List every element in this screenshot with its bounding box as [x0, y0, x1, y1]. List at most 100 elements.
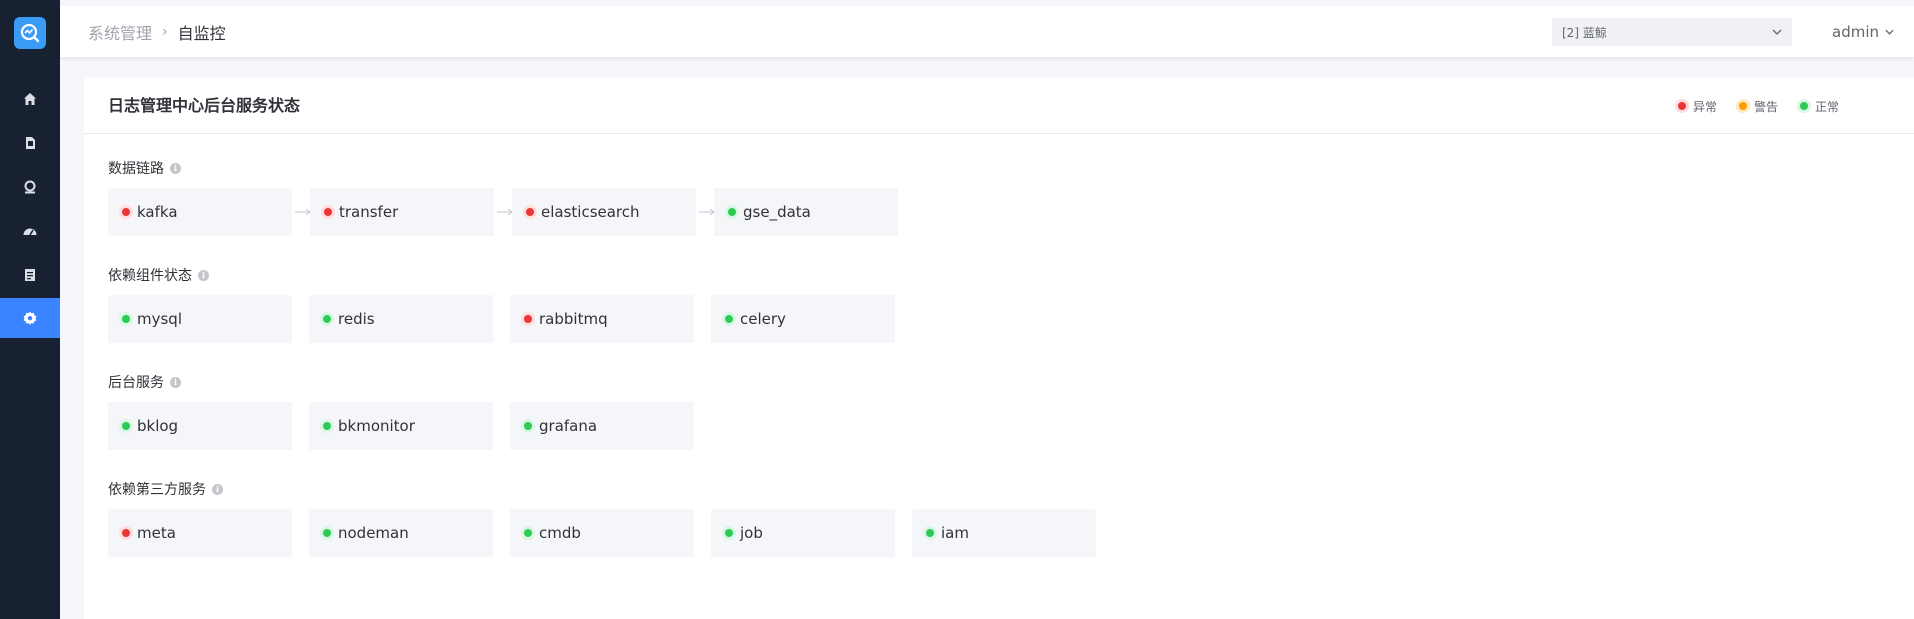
search-icon	[24, 180, 36, 194]
status-dot-icon	[524, 315, 532, 323]
info-icon[interactable]: i	[198, 269, 209, 281]
user-menu[interactable]: admin	[1832, 6, 1894, 57]
service-item[interactable]: rabbitmq	[510, 295, 694, 343]
service-name: mysql	[137, 310, 182, 328]
section-data-pipeline: 数据链路 i kafka transfer elasticsearch gse_d…	[108, 158, 898, 236]
service-item[interactable]: redis	[309, 295, 493, 343]
legend-normal-label: 正常	[1815, 99, 1840, 114]
legend-error-label: 异常	[1693, 99, 1718, 114]
status-dot-icon	[323, 315, 331, 323]
info-icon[interactable]: i	[170, 162, 181, 174]
service-item[interactable]: elasticsearch	[512, 188, 696, 236]
section-title-text: 后台服务	[108, 375, 164, 391]
status-dot-icon	[725, 529, 733, 537]
legend-warning: 警告	[1739, 98, 1778, 115]
nav-list[interactable]	[0, 255, 60, 295]
service-item[interactable]: kafka	[108, 188, 292, 236]
nav-dashboard[interactable]	[0, 211, 60, 251]
service-name: grafana	[539, 417, 598, 435]
home-icon	[24, 93, 36, 105]
section-title-text: 依赖组件状态	[108, 268, 192, 284]
service-name: redis	[338, 310, 375, 328]
section-dependency-components: 依赖组件状态 i mysql redis rabbitmq celery	[108, 265, 895, 343]
section-title: 依赖第三方服务 i	[108, 479, 223, 499]
sidebar	[0, 0, 60, 619]
service-name: kafka	[137, 203, 178, 221]
service-name: bkmonitor	[338, 417, 415, 435]
service-item[interactable]: grafana	[510, 402, 694, 450]
info-icon[interactable]: i	[170, 376, 181, 388]
info-icon[interactable]: i	[212, 483, 223, 495]
breadcrumb-current: 自监控	[177, 23, 226, 43]
service-status-card: 日志管理中心后台服务状态 异常 警告 正常 数据链路 i kafka transf…	[84, 78, 1914, 619]
chevron-down-icon	[1885, 29, 1894, 35]
status-dot-icon	[122, 208, 130, 216]
breadcrumb-parent-link[interactable]: 系统管理	[88, 20, 152, 44]
service-item[interactable]: iam	[912, 509, 1096, 557]
error-dot-icon	[1678, 102, 1686, 110]
chevron-down-icon	[1772, 29, 1782, 35]
status-dot-icon	[324, 208, 332, 216]
service-name: rabbitmq	[539, 310, 608, 328]
service-item[interactable]: meta	[108, 509, 292, 557]
breadcrumb-separator: ›	[162, 23, 168, 40]
service-name: job	[740, 524, 763, 542]
service-name: bklog	[137, 417, 179, 435]
service-name: elasticsearch	[541, 203, 640, 221]
nav-home[interactable]	[0, 79, 60, 119]
normal-dot-icon	[1800, 102, 1809, 110]
service-name: meta	[137, 524, 176, 542]
service-item[interactable]: transfer	[310, 188, 494, 236]
status-dot-icon	[524, 529, 532, 537]
app-logo-icon[interactable]	[14, 17, 46, 49]
service-item[interactable]: bkmonitor	[309, 402, 493, 450]
legend-normal: 正常	[1800, 98, 1839, 115]
service-item[interactable]: job	[711, 509, 895, 557]
service-name: nodeman	[338, 524, 409, 542]
status-dot-icon	[725, 315, 733, 323]
section-title-text: 依赖第三方服务	[108, 482, 206, 498]
breadcrumb: 系统管理 › 自监控	[88, 6, 226, 57]
service-name: celery	[740, 310, 786, 328]
nav-document[interactable]	[0, 123, 60, 163]
status-dot-icon	[728, 208, 736, 216]
warning-dot-icon	[1739, 102, 1748, 110]
card-header: 日志管理中心后台服务状态 异常 警告 正常	[84, 78, 1914, 134]
document-icon	[26, 137, 35, 149]
service-name: transfer	[339, 203, 399, 221]
section-title-text: 数据链路	[108, 161, 164, 177]
status-dot-icon	[526, 208, 534, 216]
dashboard-icon	[23, 228, 37, 236]
status-dot-icon	[323, 529, 331, 537]
status-dot-icon	[524, 422, 532, 430]
business-select-value: [2] 蓝鲸	[1562, 25, 1607, 40]
section-third-party-services: 依赖第三方服务 i meta nodeman cmdb job iam	[108, 479, 1096, 557]
card-title: 日志管理中心后台服务状态	[108, 96, 301, 115]
service-name: gse_data	[743, 203, 811, 221]
section-title: 依赖组件状态 i	[108, 265, 209, 285]
section-title: 后台服务 i	[108, 372, 181, 392]
legend-warning-label: 警告	[1754, 99, 1779, 114]
legend-error: 异常	[1678, 98, 1717, 115]
service-item[interactable]: cmdb	[510, 509, 694, 557]
status-dot-icon	[122, 422, 130, 430]
section-title: 数据链路 i	[108, 158, 181, 178]
username: admin	[1832, 22, 1879, 41]
section-backend-services: 后台服务 i bklog bkmonitor grafana	[108, 372, 694, 450]
status-dot-icon	[122, 529, 130, 537]
service-item[interactable]: celery	[711, 295, 895, 343]
business-select[interactable]: [2] 蓝鲸	[1552, 18, 1792, 46]
service-item[interactable]: mysql	[108, 295, 292, 343]
nav-search[interactable]	[0, 167, 60, 207]
top-header: 系统管理 › 自监控 [2] 蓝鲸 admin	[60, 6, 1914, 57]
settings-icon	[23, 311, 37, 325]
service-name: iam	[941, 524, 969, 542]
list-icon	[25, 269, 35, 281]
service-name: cmdb	[539, 524, 581, 542]
service-item[interactable]: bklog	[108, 402, 292, 450]
service-item[interactable]: nodeman	[309, 509, 493, 557]
status-dot-icon	[323, 422, 331, 430]
status-dot-icon	[122, 315, 130, 323]
nav-settings[interactable]	[0, 298, 60, 338]
service-item[interactable]: gse_data	[714, 188, 898, 236]
